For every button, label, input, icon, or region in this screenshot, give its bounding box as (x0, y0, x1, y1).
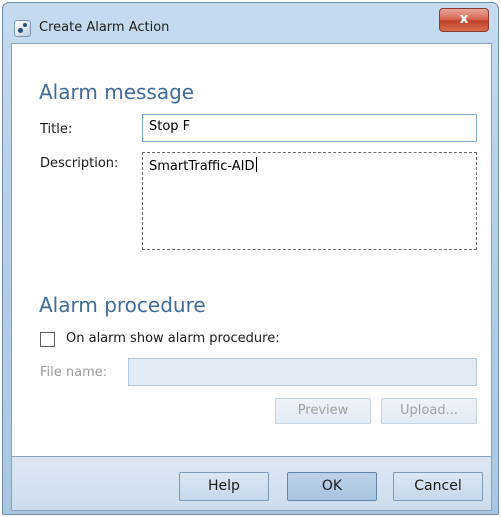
file-name-label: File name: (40, 365, 108, 380)
close-icon: x (459, 11, 469, 27)
window-title: Create Alarm Action (39, 20, 170, 35)
show-procedure-label[interactable]: On alarm show alarm procedure: (66, 331, 280, 346)
help-button[interactable]: Help (179, 472, 269, 501)
text-caret (255, 157, 257, 172)
preview-button[interactable]: Preview (275, 398, 371, 424)
file-name-input[interactable] (128, 358, 477, 386)
dialog-footer: Help OK Cancel (11, 457, 492, 511)
alarm-action-icon (14, 20, 31, 37)
description-textarea[interactable]: SmartTraffic-AID (142, 152, 477, 250)
description-value: SmartTraffic-AID (149, 159, 255, 174)
dialog-content: Alarm message Title: Stop F Description:… (11, 43, 492, 457)
alarm-message-heading: Alarm message (39, 80, 195, 104)
upload-button[interactable]: Upload... (381, 398, 477, 424)
cancel-button[interactable]: Cancel (393, 472, 483, 501)
show-procedure-checkbox[interactable] (40, 332, 55, 347)
title-input[interactable]: Stop F (142, 114, 477, 142)
close-button[interactable]: x (439, 8, 489, 32)
description-label: Description: (40, 156, 119, 171)
title-label: Title: (40, 122, 73, 137)
title-bar[interactable]: Create Alarm Action x (3, 3, 498, 43)
title-input-value: Stop F (149, 119, 191, 134)
ok-button[interactable]: OK (287, 472, 377, 501)
dialog-window: Create Alarm Action x Alarm message Titl… (2, 2, 499, 515)
alarm-procedure-heading: Alarm procedure (39, 293, 206, 317)
